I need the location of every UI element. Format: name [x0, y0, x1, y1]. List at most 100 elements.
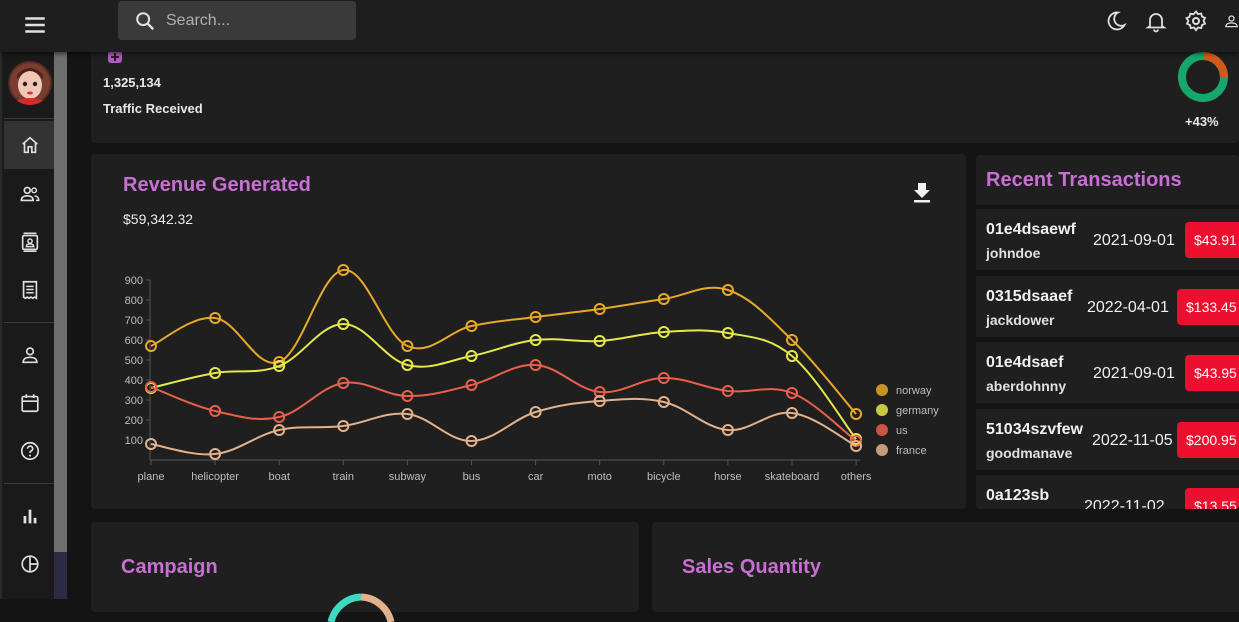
people-icon	[20, 186, 40, 202]
transaction-user: jackdower	[986, 312, 1055, 328]
y-tick-label: 500	[125, 355, 143, 367]
traffic-progress-ring	[1178, 52, 1228, 102]
revenue-title: Revenue Generated	[123, 174, 311, 196]
sidebar-item-profile[interactable]	[4, 331, 56, 379]
x-tick-label: moto	[587, 471, 611, 483]
transaction-id: 0a123sb	[986, 487, 1050, 504]
y-tick-label: 100	[125, 435, 143, 447]
traffic-value: 1,325,134	[103, 75, 161, 90]
x-tick-label: bus	[463, 471, 481, 483]
sidebar-item-team[interactable]	[4, 170, 56, 218]
search-icon	[136, 12, 155, 31]
sidebar-scrollbar[interactable]	[54, 52, 67, 599]
campaign-progress-ring	[327, 593, 395, 622]
contacts-icon	[21, 232, 39, 252]
dark-mode-icon[interactable]	[1104, 9, 1128, 33]
x-tick-label: subway	[389, 471, 427, 483]
transaction-cost[interactable]: $43.91	[1185, 222, 1239, 258]
scrollbar-track-end	[54, 552, 67, 599]
sidebar-item-faq[interactable]	[4, 427, 56, 475]
person-icon	[22, 347, 38, 364]
y-tick-label: 600	[125, 335, 143, 347]
sidebar-item-bar-chart[interactable]	[4, 492, 56, 540]
sidebar-item-dashboard[interactable]	[4, 121, 56, 169]
receipt-icon	[22, 280, 38, 300]
legend-label-us: us	[896, 425, 908, 437]
legend-marker-germany	[876, 404, 888, 416]
sidebar-item-contacts[interactable]	[4, 218, 56, 266]
traffic-increase: +43%	[1185, 114, 1219, 129]
top-bar-actions	[1088, 9, 1239, 33]
transaction-id: 01e4dsaewf	[986, 221, 1076, 238]
y-tick-label: 400	[125, 375, 143, 387]
y-tick-label: 200	[125, 415, 143, 427]
transaction-id: 51034szvfew	[986, 421, 1083, 438]
sidebar-divider	[4, 483, 56, 484]
transactions-title: Recent Transactions	[986, 169, 1182, 191]
sidebar-item-pie-chart[interactable]	[4, 540, 56, 588]
scrollbar-thumb[interactable]	[54, 52, 67, 552]
transactions-header: Recent Transactions	[976, 155, 1239, 205]
transaction-user: johndoe	[986, 245, 1041, 261]
revenue-panel: 100 200 300 400 500 600 700 800 900 plane helicopt…	[91, 154, 966, 509]
transaction-row: 0315dsaaef jackdower 2022-04-01 $133.45	[976, 276, 1239, 337]
transaction-row: 51034szvfew goodmanave 2022-11-05 $200.9…	[976, 409, 1239, 470]
help-icon	[20, 441, 40, 461]
campaign-title: Campaign	[121, 556, 218, 578]
legend-label-germany: germany	[896, 405, 939, 417]
x-tick-label: boat	[268, 471, 289, 483]
series-line-france	[150, 397, 857, 456]
x-tick-label: train	[333, 471, 354, 483]
traffic-label: Traffic Received	[103, 101, 203, 116]
transaction-row: 01e4dsaef aberdohnny 2021-09-01 $43.95	[976, 342, 1239, 403]
transaction-date: 2022-11-05	[1092, 432, 1173, 449]
transaction-date: 2021-09-01	[1093, 232, 1175, 249]
series-line-norway	[150, 268, 857, 415]
transaction-cost[interactable]: $13.55	[1185, 488, 1239, 509]
sidebar-divider	[4, 118, 56, 119]
transaction-id: 01e4dsaef	[986, 354, 1064, 371]
sales-title: Sales Quantity	[682, 556, 821, 578]
search-input[interactable]	[166, 1, 346, 40]
transaction-user: aberdohnny	[986, 378, 1067, 394]
y-tick-label: 800	[125, 295, 143, 307]
bar-chart-icon	[23, 509, 37, 524]
menu-icon[interactable]	[22, 12, 48, 38]
x-tick-label: bicycle	[647, 471, 681, 483]
revenue-line-chart: 100 200 300 400 500 600 700 800 900 plane helicopt…	[125, 264, 939, 483]
download-icon[interactable]	[912, 181, 932, 203]
transaction-user: goodmanave	[986, 445, 1073, 461]
transaction-cost[interactable]: $200.95	[1177, 422, 1239, 458]
transaction-cost[interactable]: $133.45	[1177, 289, 1239, 325]
y-tick-label: 900	[125, 275, 143, 287]
transaction-date: 2021-09-01	[1093, 365, 1175, 382]
y-tick-label: 700	[125, 315, 143, 327]
x-tick-label: plane	[138, 471, 165, 483]
sidebar-item-invoices[interactable]	[4, 266, 56, 314]
settings-icon[interactable]	[1184, 9, 1208, 33]
avatar[interactable]	[8, 61, 52, 105]
sidebar-divider	[4, 322, 56, 323]
legend-marker-france	[876, 444, 888, 456]
x-tick-label: others	[841, 471, 872, 483]
profile-icon[interactable]	[1224, 9, 1239, 33]
y-tick-label: 300	[125, 395, 143, 407]
transaction-date: 2022-04-01	[1087, 299, 1169, 316]
x-tick-label: horse	[714, 471, 742, 483]
transaction-row: 01e4dsaewf johndoe 2021-09-01 $43.91	[976, 209, 1239, 270]
pie-chart-icon	[21, 555, 39, 573]
series-line-germany	[150, 322, 857, 440]
search-box	[118, 1, 356, 40]
legend-marker-norway	[876, 384, 888, 396]
transaction-row: 0a123sb 2022-11-02 $13.55	[976, 475, 1239, 509]
transaction-id: 0315dsaaef	[986, 288, 1073, 305]
sidebar	[0, 52, 56, 599]
sidebar-item-calendar[interactable]	[4, 379, 56, 427]
recent-transactions-panel: Recent Transactions 01e4dsaewf johndoe 2…	[976, 155, 1239, 509]
notifications-icon[interactable]	[1144, 9, 1168, 33]
transaction-cost[interactable]: $43.95	[1185, 355, 1239, 391]
top-bar	[0, 0, 1239, 52]
legend-marker-us	[876, 424, 888, 436]
traffic-icon	[108, 51, 122, 63]
home-icon	[22, 136, 38, 154]
